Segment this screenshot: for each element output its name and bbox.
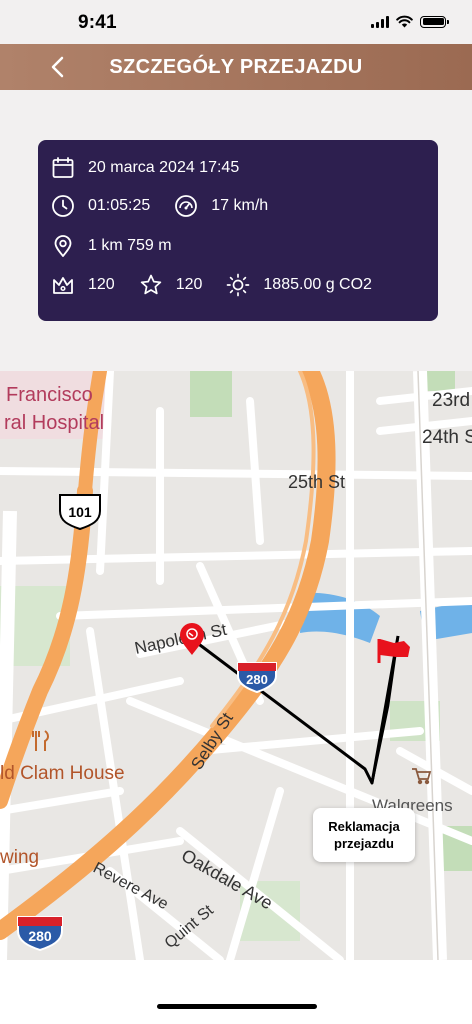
back-button[interactable]: [40, 49, 76, 85]
battery-icon: [420, 15, 449, 28]
calendar-icon: [51, 156, 75, 180]
crown-points: 120: [88, 276, 115, 293]
date-row: 20 marca 2024 17:45: [51, 154, 239, 182]
ride-duration: 01:05:25: [88, 197, 151, 214]
crown-icon: [51, 273, 75, 297]
speedometer-icon: [174, 194, 198, 218]
svg-text:ld Clam House: ld Clam House: [0, 763, 125, 784]
ride-date: 20 marca 2024 17:45: [88, 159, 240, 176]
svg-text:wing: wing: [0, 847, 39, 868]
distance-row: 1 km 759 m: [51, 232, 172, 260]
claim-label-line1: Reklamacja: [328, 819, 400, 834]
home-indicator[interactable]: [157, 1004, 317, 1009]
star-icon: [139, 273, 163, 297]
chevron-left-icon: [51, 56, 64, 78]
header-bar: SZCZEGÓŁY PRZEJAZDU: [0, 44, 472, 90]
svg-text:Francisco: Francisco: [6, 384, 93, 406]
svg-text:24th S: 24th S: [422, 427, 472, 448]
status-time: 9:41: [78, 12, 117, 33]
signal-icon: [371, 15, 389, 28]
ride-speed: 17 km/h: [211, 197, 269, 214]
points-row: 120 120 1885.00 g CO2: [51, 271, 372, 299]
ride-summary-card: 20 marca 2024 17:45 01:05:25 17 km/h 1 k…: [38, 140, 438, 321]
page-title: SZCZEGÓŁY PRZEJAZDU: [109, 55, 363, 78]
clock-icon: [51, 194, 75, 218]
svg-text:ral Hospital: ral Hospital: [4, 412, 104, 434]
sun-icon: [226, 273, 250, 297]
status-icons: [371, 15, 449, 28]
claim-ride-button[interactable]: Reklamacja przejazdu: [313, 808, 415, 862]
status-bar: 9:41: [0, 0, 472, 44]
bottom-safe-area: [0, 960, 472, 1024]
svg-text:101: 101: [68, 504, 92, 520]
co2-saved: 1885.00 g CO2: [263, 276, 372, 293]
svg-text:25th St: 25th St: [288, 472, 345, 492]
svg-text:280: 280: [28, 928, 52, 944]
location-pin-icon: [51, 234, 75, 258]
svg-text:23rd: 23rd: [432, 390, 470, 411]
route-map[interactable]: 101 280 280 Francisco ral Hospital 23rd …: [0, 371, 472, 960]
time-speed-row: 01:05:25 17 km/h: [51, 192, 268, 220]
svg-text:280: 280: [246, 672, 268, 687]
ride-distance: 1 km 759 m: [88, 237, 172, 254]
star-points: 120: [175, 276, 203, 293]
map-canvas[interactable]: 101 280 280 Francisco ral Hospital 23rd …: [0, 371, 472, 960]
wifi-icon: [396, 15, 413, 28]
claim-label-line2: przejazdu: [334, 836, 394, 851]
